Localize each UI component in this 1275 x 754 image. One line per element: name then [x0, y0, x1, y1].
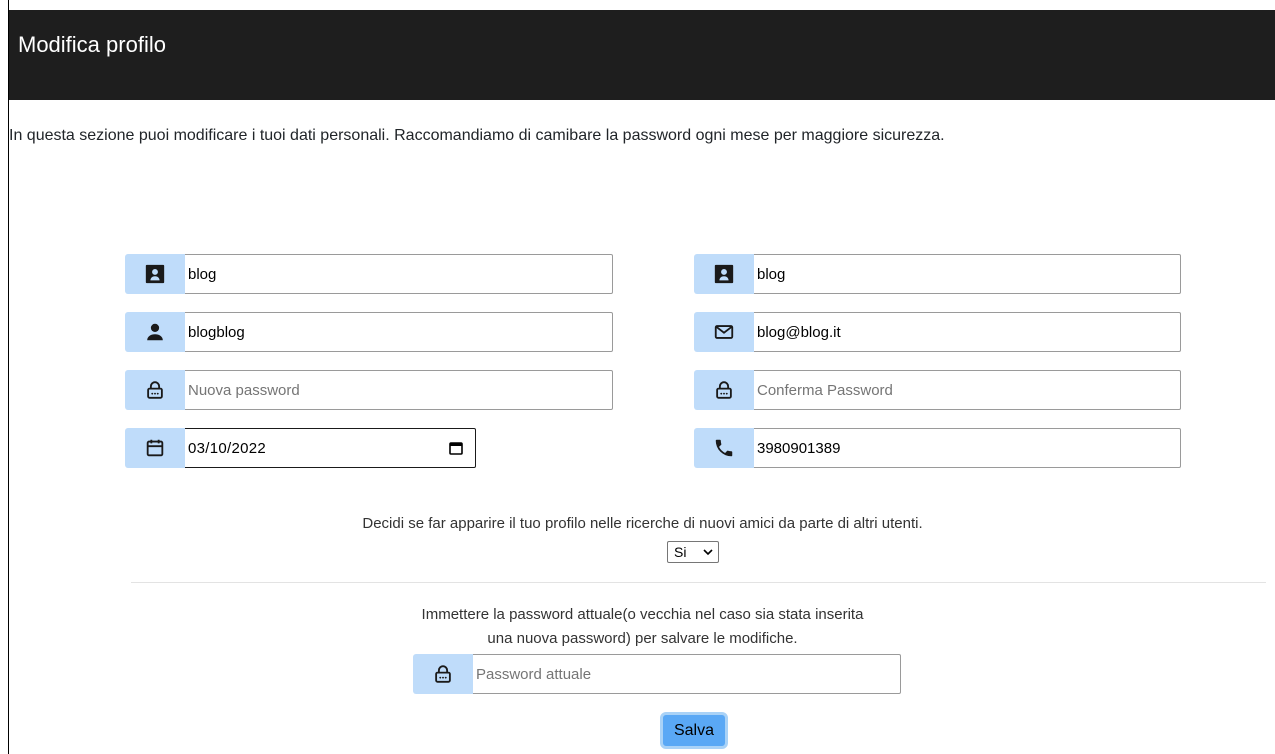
envelope-icon — [694, 312, 754, 352]
divider — [131, 582, 1266, 583]
current-password-input[interactable] — [473, 654, 901, 694]
phone-field — [694, 428, 1181, 468]
current-password-field — [413, 654, 901, 694]
confirm-text-line-2: una nuova password) per salvare le modif… — [487, 630, 798, 647]
intro-text: In questa sezione puoi modificare i tuoi… — [9, 127, 945, 144]
lock-icon — [413, 654, 473, 694]
id-card-icon — [694, 254, 754, 294]
birth-date-field: 03/10/2022 — [125, 428, 476, 468]
page: Modifica profilo In questa sezione puoi … — [8, 0, 1275, 754]
page-title: Modifica profilo — [18, 32, 166, 57]
confirm-password-input[interactable] — [754, 370, 1181, 410]
calendar-icon — [125, 428, 185, 468]
phone-icon — [694, 428, 754, 468]
privacy-select[interactable]: Si — [667, 541, 719, 563]
new-password-input[interactable] — [185, 370, 613, 410]
new-password-field — [125, 370, 613, 410]
lock-icon — [125, 370, 185, 410]
id-card-icon — [125, 254, 185, 294]
birth-date-value: 03/10/2022 — [188, 440, 267, 457]
first-name-input[interactable] — [185, 254, 613, 294]
privacy-select-value: Si — [674, 544, 687, 560]
chevron-down-icon — [703, 549, 713, 556]
phone-input[interactable] — [754, 428, 1181, 468]
save-button[interactable]: Salva — [660, 712, 728, 749]
page-header: Modifica profilo — [9, 10, 1275, 100]
last-name-field — [694, 254, 1181, 294]
confirm-password-field — [694, 370, 1181, 410]
email-input[interactable] — [754, 312, 1181, 352]
username-input[interactable] — [185, 312, 613, 352]
last-name-input[interactable] — [754, 254, 1181, 294]
birth-date-input[interactable]: 03/10/2022 — [185, 428, 476, 468]
email-field — [694, 312, 1181, 352]
date-picker-icon[interactable] — [449, 441, 463, 455]
privacy-text: Decidi se far apparire il tuo profilo ne… — [362, 515, 923, 532]
confirm-text-line-1: Immettere la password attuale(o vecchia … — [421, 606, 864, 623]
user-icon — [125, 312, 185, 352]
first-name-field — [125, 254, 613, 294]
lock-icon — [694, 370, 754, 410]
username-field — [125, 312, 613, 352]
